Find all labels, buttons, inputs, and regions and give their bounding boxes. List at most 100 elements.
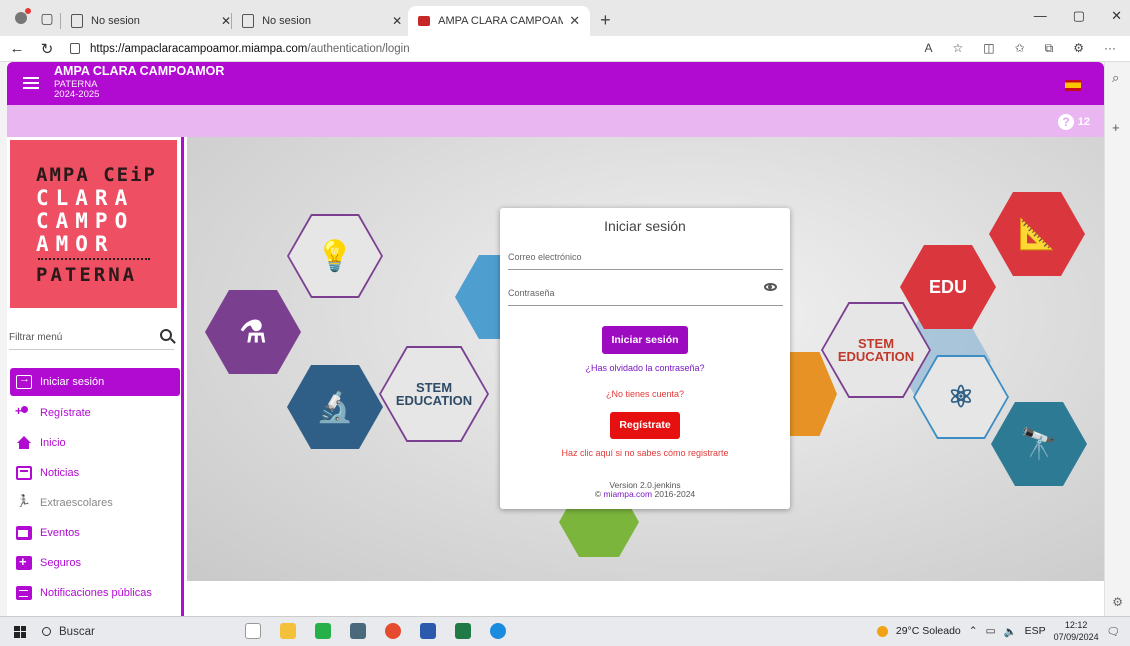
browser-tab-bar: ▢ No sesion ✕ No sesion ✕ AMPA CLARA CAM… xyxy=(0,0,1130,36)
app-year: 2024-2025 xyxy=(54,89,100,100)
medical-plus-icon xyxy=(16,554,32,570)
sidebar-item-eventos[interactable]: Eventos xyxy=(10,518,180,548)
browser-tab[interactable]: No sesion xyxy=(61,6,221,36)
sidebar-item-iniciar-sesion[interactable]: Iniciar sesión xyxy=(10,368,180,396)
word-icon[interactable] xyxy=(420,623,436,639)
profile-icon[interactable] xyxy=(8,5,34,31)
login-title: Iniciar sesión xyxy=(604,218,686,234)
app: AMPA CLARA CAMPOAMOR PATERNA 2024-2025 ?… xyxy=(7,62,1104,616)
edge-sidebar: ⌕ + xyxy=(1104,62,1130,616)
sidebar-item-registrate[interactable]: Regístrate xyxy=(10,398,180,428)
language-text[interactable]: ESP xyxy=(1025,625,1046,637)
extensions-icon[interactable]: ⚙ xyxy=(1073,41,1084,56)
windows-taskbar: Buscar 29°C Soleado ⌃ ▭ 🔈 ESP 12:12 07/0… xyxy=(0,616,1130,646)
favorites-icon[interactable]: ✩ xyxy=(1015,41,1025,56)
refresh-icon[interactable]: ↻ xyxy=(34,40,60,58)
sidebar: AMPA CEiP CLARA CAMPO AMOR PATERNA Filtr… xyxy=(7,137,184,616)
chrome-icon[interactable] xyxy=(385,623,401,639)
minimize-icon[interactable]: — xyxy=(1034,8,1047,24)
notifications-icon[interactable]: 🗨 xyxy=(1107,625,1120,638)
add-user-icon xyxy=(15,404,32,420)
flask-hex: ⚗ xyxy=(205,290,301,374)
email-field[interactable]: Correo electrónico xyxy=(508,248,783,270)
search-icon xyxy=(42,627,51,636)
search-icon[interactable] xyxy=(160,329,172,341)
task-view-icon[interactable] xyxy=(245,623,261,639)
sidebar-item-inicio[interactable]: Inicio xyxy=(10,428,180,458)
volume-icon[interactable]: 🔈 xyxy=(1004,625,1017,638)
app-header: AMPA CLARA CAMPOAMOR PATERNA 2024-2025 xyxy=(7,62,1104,105)
browser-tab-active[interactable]: AMPA CLARA CAMPOAMOR ✕ xyxy=(408,6,591,36)
settings-gear-icon[interactable]: ⚙ xyxy=(1112,595,1123,609)
more-menu-icon[interactable]: ··· xyxy=(1104,41,1116,56)
edu-hex: EDU xyxy=(900,245,996,329)
new-tab-icon[interactable]: + xyxy=(600,10,611,31)
excel-icon[interactable] xyxy=(455,623,471,639)
login-icon xyxy=(16,373,32,389)
collections-icon[interactable]: ⧉ xyxy=(1045,41,1054,56)
calendar-icon xyxy=(16,526,32,540)
no-account-text: ¿No tienes cuenta? xyxy=(605,389,685,399)
app-title: AMPA CLARA CAMPOAMOR xyxy=(54,64,225,78)
news-icon xyxy=(16,466,32,480)
split-screen-icon[interactable]: ◫ xyxy=(983,41,994,56)
close-tab-icon[interactable]: ✕ xyxy=(569,13,580,29)
read-aloud-icon[interactable]: A xyxy=(924,41,932,56)
browser-tab[interactable]: No sesion xyxy=(232,6,392,36)
copyright-icon: © xyxy=(594,489,602,499)
calculator-icon[interactable] xyxy=(350,623,366,639)
stem-education-hex-left: STEM EDUCATION xyxy=(379,346,489,442)
close-window-icon[interactable]: ✕ xyxy=(1111,8,1122,24)
lightbulb-icon: 💡 xyxy=(316,239,354,273)
search-icon[interactable]: ⌕ xyxy=(1112,70,1119,86)
weather-sun-icon[interactable] xyxy=(876,625,888,637)
menu-icon[interactable] xyxy=(23,77,39,89)
register-help-link[interactable]: Haz clic aquí si no sabes cómo registrar… xyxy=(500,448,790,458)
taskbar-search[interactable]: Buscar xyxy=(42,626,95,638)
whatsapp-icon[interactable] xyxy=(315,623,331,639)
workspaces-icon[interactable]: ▢ xyxy=(34,5,60,31)
close-tab-icon[interactable]: ✕ xyxy=(221,14,231,28)
address-bar: ← ↻ https://ampaclaracampoamor.miampa.co… xyxy=(0,36,1130,62)
help-count[interactable]: 12 xyxy=(1078,116,1090,128)
login-button[interactable]: Iniciar sesión xyxy=(602,326,688,354)
system-tray: 29°C Soleado ⌃ ▭ 🔈 ESP 12:12 07/09/2024 … xyxy=(876,619,1120,643)
edge-icon[interactable] xyxy=(490,623,506,639)
taskbar-apps xyxy=(245,623,506,639)
atom-icon: ⚛ xyxy=(947,380,975,414)
microscope-hex: 🔬 xyxy=(287,365,383,449)
sidebar-item-seguros[interactable]: Seguros xyxy=(10,548,180,578)
page-icon xyxy=(242,14,255,28)
spain-flag-icon[interactable] xyxy=(1065,80,1081,91)
forgot-password-link[interactable]: ¿Has olvidado la contraseña? xyxy=(500,363,790,373)
register-button[interactable]: Regístrate xyxy=(610,412,680,439)
tray-arrow-icon[interactable]: ⌃ xyxy=(969,625,978,637)
filter-input[interactable]: Filtrar menú xyxy=(9,332,62,343)
miampa-link[interactable]: miampa.com xyxy=(603,489,652,499)
help-icon[interactable]: ? xyxy=(1058,114,1074,130)
show-password-icon[interactable] xyxy=(764,283,777,291)
sidebar-menu: Iniciar sesión Regístrate Inicio Noticia… xyxy=(10,368,180,608)
file-explorer-icon[interactable] xyxy=(280,623,296,639)
weather-text[interactable]: 29°C Soleado xyxy=(896,625,961,637)
site-favicon-icon xyxy=(418,16,431,26)
menu-filter[interactable]: Filtrar menú xyxy=(7,323,184,353)
window-controls: — ▢ ✕ xyxy=(1034,8,1122,24)
close-tab-icon[interactable]: ✕ xyxy=(392,14,402,28)
network-icon[interactable]: ▭ xyxy=(986,625,996,637)
compass-hex: 📐 xyxy=(989,192,1085,276)
page-icon xyxy=(71,14,83,28)
taskbar-clock[interactable]: 12:12 07/09/2024 xyxy=(1054,619,1099,643)
windows-start-icon[interactable] xyxy=(14,625,26,638)
url-field[interactable]: https://ampaclaracampoamor.miampa.com/au… xyxy=(70,43,924,55)
address-bar-tools: A ☆ ◫ ✩ ⧉ ⚙ ··· xyxy=(924,41,1116,56)
sidebar-item-extraescolares[interactable]: Extraescolares xyxy=(10,488,180,518)
sidebar-item-notificaciones[interactable]: Notificaciones públicas xyxy=(10,578,180,608)
sidebar-item-noticias[interactable]: Noticias xyxy=(10,458,180,488)
favorite-star-icon[interactable]: ☆ xyxy=(952,41,963,56)
restore-icon[interactable]: ▢ xyxy=(1073,8,1085,24)
back-icon[interactable]: ← xyxy=(4,40,30,57)
add-icon[interactable]: + xyxy=(1112,120,1120,135)
lightbulb-hex: 💡 xyxy=(287,214,383,298)
password-field[interactable]: Contraseña xyxy=(508,283,783,306)
